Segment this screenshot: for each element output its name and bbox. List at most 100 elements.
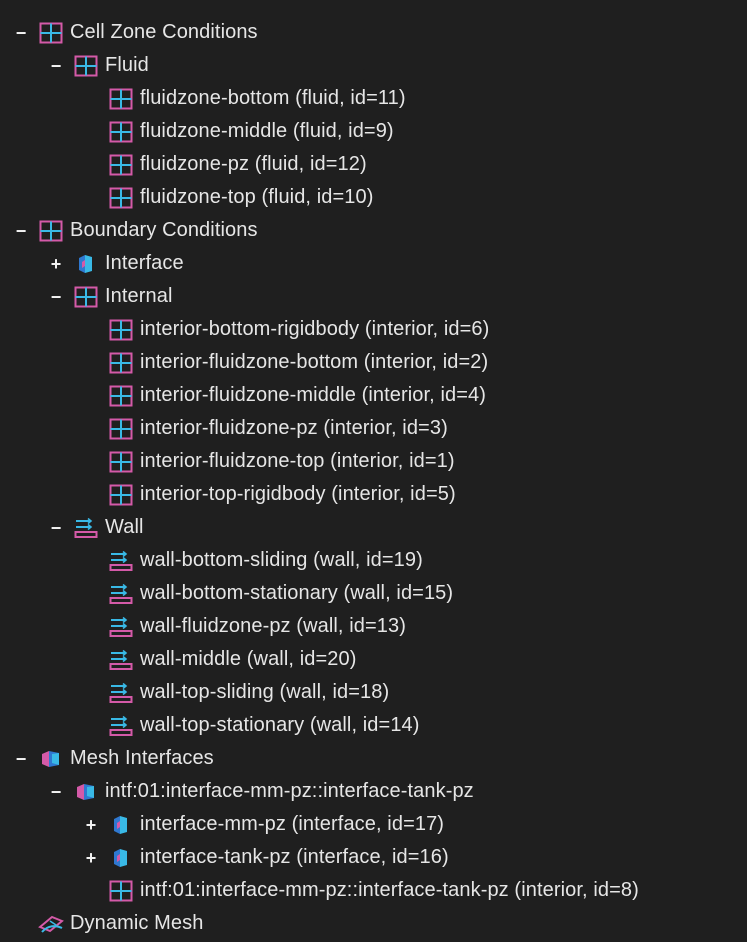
tree-item-label: wall-top-sliding (wall, id=18) [140,681,390,703]
tree-item-label: intf:01:interface-mm-pz::interface-tank-… [140,879,639,901]
mesh-interface-icon [73,780,99,804]
tree-item[interactable]: − Cell Zone Conditions [0,16,747,49]
tree-item-label: interface-mm-pz (interface, id=17) [140,813,445,835]
interface-icon [73,252,99,276]
tree-item-label: fluidzone-top (fluid, id=10) [140,186,374,208]
tree-item-label: interior-top-rigidbody (interior, id=5) [140,483,456,505]
tree-item[interactable]: − intf:01:interface-mm-pz::interface-tan… [0,775,747,808]
tree-item[interactable]: Dynamic Mesh [0,907,747,940]
tree-item[interactable]: wall-bottom-stationary (wall, id=15) [0,577,747,610]
tree-item-label: fluidzone-middle (fluid, id=9) [140,120,394,142]
toggle-spacer [84,422,98,436]
interface-icon [108,813,134,837]
tree-item-label: Boundary Conditions [70,219,258,241]
tree-item[interactable]: fluidzone-top (fluid, id=10) [0,181,747,214]
expand-toggle[interactable]: + [84,816,98,834]
collapse-toggle[interactable]: − [49,57,63,75]
tree-item-label: Internal [105,285,173,307]
tree-item[interactable]: interior-top-rigidbody (interior, id=5) [0,478,747,511]
tree-item[interactable]: − Mesh Interfaces [0,742,747,775]
tree-item[interactable]: interior-fluidzone-top (interior, id=1) [0,445,747,478]
collapse-toggle[interactable]: − [49,288,63,306]
cell-zone-icon [38,219,64,243]
toggle-spacer [84,191,98,205]
wall-icon [108,648,134,672]
tree-item[interactable]: intf:01:interface-mm-pz::interface-tank-… [0,874,747,907]
tree-item-label: Wall [105,516,144,538]
interface-icon [108,846,134,870]
wall-icon [108,549,134,573]
toggle-spacer [14,917,28,931]
tree-item-label: intf:01:interface-mm-pz::interface-tank-… [105,780,474,802]
cell-zone-icon [38,21,64,45]
toggle-spacer [84,158,98,172]
expand-toggle[interactable]: + [84,849,98,867]
toggle-spacer [84,554,98,568]
tree-item[interactable]: + Interface [0,247,747,280]
tree-item[interactable]: − Internal [0,280,747,313]
cell-zone-icon [108,153,134,177]
dynamic-mesh-icon [38,912,64,936]
cell-zone-icon [108,87,134,111]
tree-item-label: Cell Zone Conditions [70,21,258,43]
tree-item[interactable]: interior-bottom-rigidbody (interior, id=… [0,313,747,346]
tree-item-label: wall-bottom-sliding (wall, id=19) [140,549,423,571]
tree-item[interactable]: wall-top-sliding (wall, id=18) [0,676,747,709]
tree-item[interactable]: + interface-tank-pz (interface, id=16) [0,841,747,874]
tree-item[interactable]: − Fluid [0,49,747,82]
toggle-spacer [84,356,98,370]
toggle-spacer [84,653,98,667]
tree-item-label: fluidzone-bottom (fluid, id=11) [140,87,406,109]
collapse-toggle[interactable]: − [14,750,28,768]
toggle-spacer [84,719,98,733]
tree-item[interactable]: interior-fluidzone-pz (interior, id=3) [0,412,747,445]
collapse-toggle[interactable]: − [49,783,63,801]
tree-item[interactable]: wall-bottom-sliding (wall, id=19) [0,544,747,577]
toggle-spacer [84,455,98,469]
toggle-spacer [84,686,98,700]
wall-icon [108,615,134,639]
tree-item-label: interior-bottom-rigidbody (interior, id=… [140,318,490,340]
tree-item[interactable]: interior-fluidzone-bottom (interior, id=… [0,346,747,379]
tree-item[interactable]: interior-fluidzone-middle (interior, id=… [0,379,747,412]
cell-zone-icon [73,54,99,78]
toggle-spacer [84,389,98,403]
tree-item[interactable]: fluidzone-bottom (fluid, id=11) [0,82,747,115]
collapse-toggle[interactable]: − [14,222,28,240]
cell-zone-icon [108,483,134,507]
collapse-toggle[interactable]: − [14,24,28,42]
tree-item-label: wall-fluidzone-pz (wall, id=13) [140,615,406,637]
tree-item[interactable]: + interface-mm-pz (interface, id=17) [0,808,747,841]
tree-item[interactable]: fluidzone-middle (fluid, id=9) [0,115,747,148]
cell-zone-icon [108,120,134,144]
tree-item-label: Mesh Interfaces [70,747,214,769]
toggle-spacer [84,488,98,502]
toggle-spacer [84,92,98,106]
cell-zone-icon [108,351,134,375]
mesh-interface-icon [38,747,64,771]
tree-item[interactable]: fluidzone-pz (fluid, id=12) [0,148,747,181]
cell-zone-icon [108,450,134,474]
toggle-spacer [84,323,98,337]
tree-item-label: interior-fluidzone-bottom (interior, id=… [140,351,489,373]
toggle-spacer [84,125,98,139]
expand-toggle[interactable]: + [49,255,63,273]
tree-item-label: interior-fluidzone-pz (interior, id=3) [140,417,448,439]
tree-item[interactable]: − Boundary Conditions [0,214,747,247]
tree-item[interactable]: wall-middle (wall, id=20) [0,643,747,676]
tree-item-label: wall-top-stationary (wall, id=14) [140,714,420,736]
cell-zone-icon [108,384,134,408]
tree-item-label: Interface [105,252,184,274]
tree-item[interactable]: − Wall [0,511,747,544]
wall-icon [108,681,134,705]
tree-item[interactable]: wall-top-stationary (wall, id=14) [0,709,747,742]
cell-zone-icon [108,318,134,342]
tree-item[interactable]: wall-fluidzone-pz (wall, id=13) [0,610,747,643]
cell-zone-icon [108,186,134,210]
wall-icon [108,582,134,606]
wall-icon [108,714,134,738]
collapse-toggle[interactable]: − [49,519,63,537]
tree-item-label: wall-bottom-stationary (wall, id=15) [140,582,454,604]
toggle-spacer [84,587,98,601]
tree-item-label: wall-middle (wall, id=20) [140,648,357,670]
